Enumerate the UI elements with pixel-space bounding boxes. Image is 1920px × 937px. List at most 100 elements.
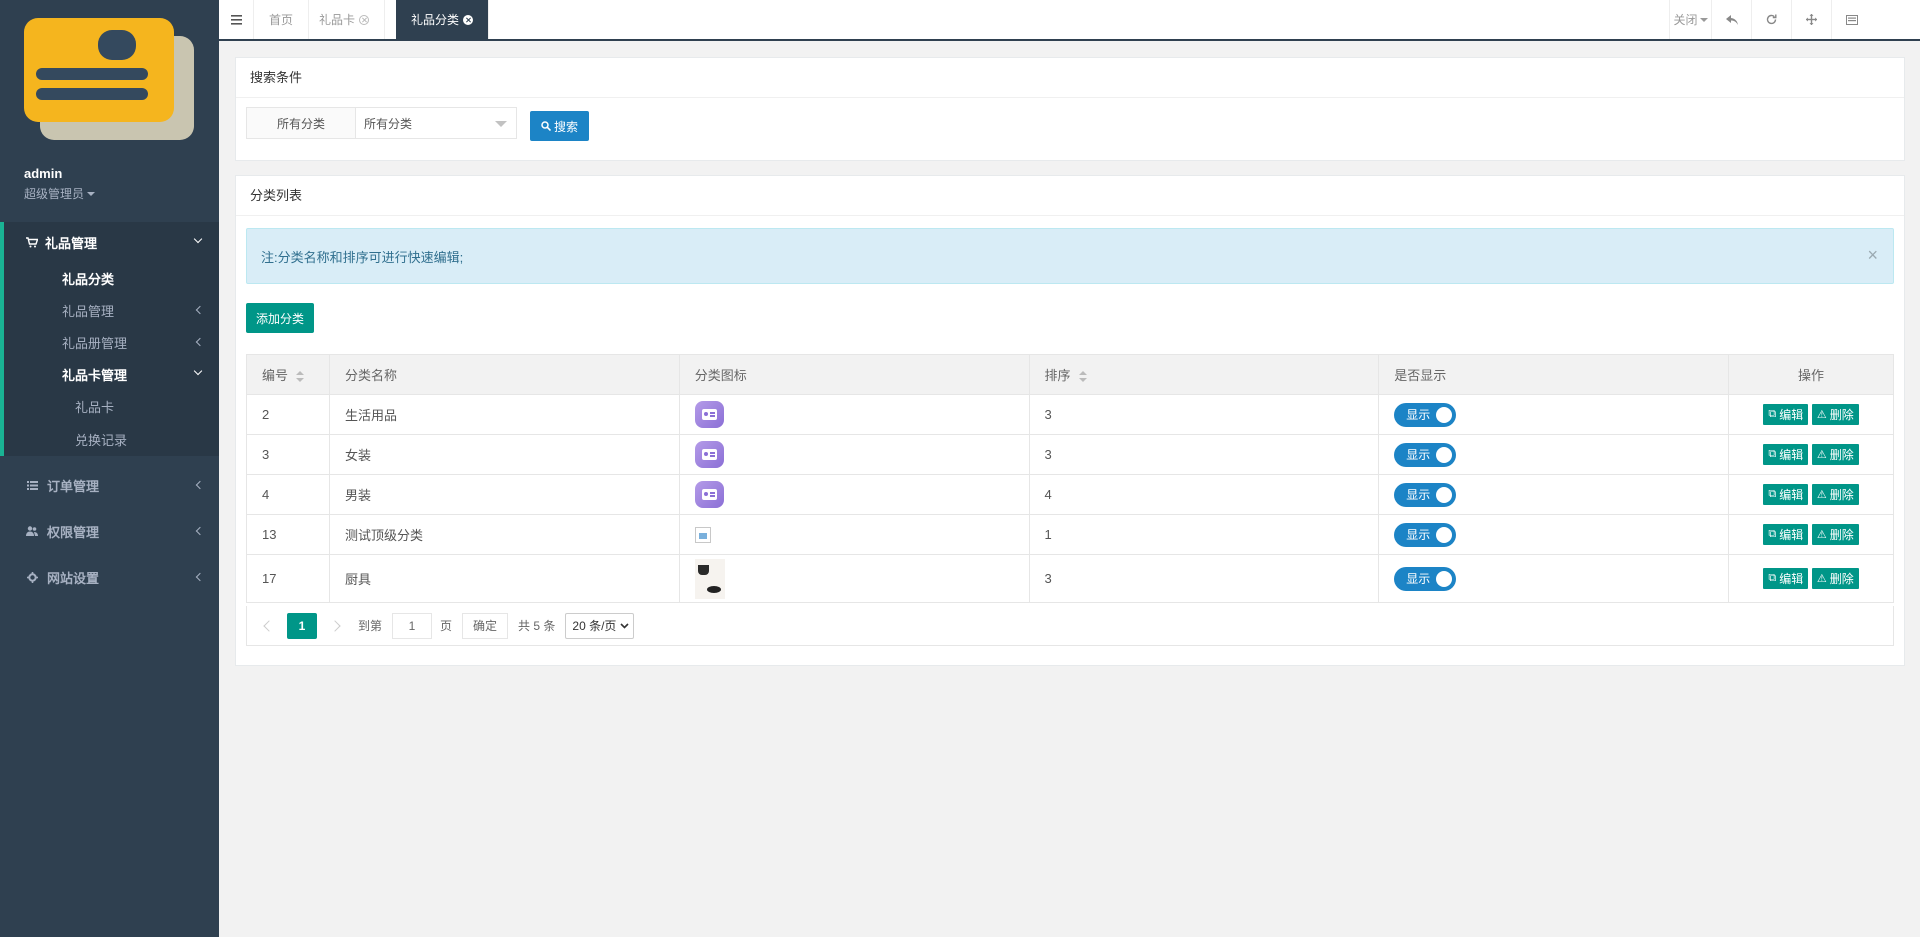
close-icon[interactable] bbox=[463, 14, 474, 25]
edit-label: 编辑 bbox=[1779, 528, 1804, 542]
toggle-label: 显示 bbox=[1406, 572, 1431, 586]
refresh-icon bbox=[1766, 14, 1777, 25]
tab-home[interactable]: 首页 bbox=[254, 0, 310, 39]
col-sort-label: 排序 bbox=[1044, 368, 1071, 383]
goto-confirm-button[interactable]: 确定 bbox=[462, 612, 509, 639]
search-button[interactable]: 搜索 bbox=[530, 111, 589, 141]
back-button[interactable] bbox=[1711, 0, 1751, 39]
category-card-icon bbox=[694, 481, 724, 508]
chevron-down-icon bbox=[193, 234, 203, 244]
cell-id: 3 bbox=[246, 434, 330, 475]
menu-gift-card-management[interactable]: 礼品卡管理 bbox=[4, 358, 219, 390]
cell-id: 4 bbox=[246, 474, 330, 515]
close-tabs-dropdown[interactable]: 关闭 bbox=[1669, 0, 1711, 39]
refresh-button[interactable] bbox=[1751, 0, 1791, 39]
show-toggle[interactable]: 显示 bbox=[1394, 566, 1457, 591]
cell-op: ⧉ 编辑 ⚠ 删除 bbox=[1728, 514, 1894, 555]
col-header-show: 是否显示 bbox=[1378, 354, 1730, 395]
toggle-label: 显示 bbox=[1406, 448, 1431, 462]
edit-button[interactable]: ⧉ 编辑 bbox=[1763, 484, 1809, 505]
cell-sort[interactable]: 4 bbox=[1028, 474, 1380, 515]
col-header-id[interactable]: 编号 bbox=[246, 354, 330, 395]
add-category-label: 添加分类 bbox=[255, 311, 304, 326]
edit-button[interactable]: ⧉ 编辑 bbox=[1763, 524, 1809, 545]
sort-icon[interactable] bbox=[1078, 370, 1087, 383]
menu-order-management[interactable]: 订单管理 bbox=[0, 462, 219, 508]
menu-gift-goods[interactable]: 礼品管理 bbox=[4, 294, 219, 326]
edit-button[interactable]: ⧉ 编辑 bbox=[1763, 568, 1809, 589]
chevron-left-icon bbox=[195, 305, 205, 315]
show-toggle[interactable]: 显示 bbox=[1394, 482, 1457, 507]
tab-gift-category[interactable]: 礼品分类 bbox=[396, 0, 490, 39]
fullscreen-button[interactable] bbox=[1791, 0, 1831, 39]
delete-button[interactable]: ⚠ 删除 bbox=[1811, 524, 1859, 545]
user-profile[interactable]: admin 超级管理员 bbox=[24, 166, 96, 202]
cell-icon bbox=[678, 394, 1030, 435]
delete-label: 删除 bbox=[1829, 488, 1854, 502]
menu-gift-category-label: 礼品分类 bbox=[62, 271, 115, 287]
show-toggle[interactable]: 显示 bbox=[1394, 522, 1457, 547]
cell-name[interactable]: 女装 bbox=[328, 434, 680, 475]
page-size-value: 20 条/页 bbox=[572, 619, 617, 633]
current-page[interactable]: 1 bbox=[287, 612, 317, 639]
menu-gift-book[interactable]: 礼品册管理 bbox=[4, 326, 219, 358]
warning-icon: ⚠ bbox=[1816, 409, 1827, 421]
move-icon bbox=[1806, 14, 1817, 25]
menu-gift-goods-label: 礼品管理 bbox=[62, 303, 115, 319]
menu-permission-label: 权限管理 bbox=[47, 524, 100, 540]
delete-button[interactable]: ⚠ 删除 bbox=[1811, 568, 1859, 589]
cell-sort[interactable]: 3 bbox=[1028, 394, 1380, 435]
menu-gift-category[interactable]: 礼品分类 bbox=[4, 262, 219, 294]
delete-button[interactable]: ⚠ 删除 bbox=[1811, 444, 1859, 465]
gear-icon bbox=[25, 571, 39, 583]
category-card-icon bbox=[694, 401, 724, 428]
sort-icon[interactable] bbox=[296, 370, 305, 383]
goto-prefix: 到第 bbox=[358, 619, 383, 633]
edit-label: 编辑 bbox=[1779, 572, 1804, 586]
show-toggle[interactable]: 显示 bbox=[1394, 442, 1457, 467]
cell-sort[interactable]: 3 bbox=[1028, 434, 1380, 475]
goto-page-input[interactable]: 1 bbox=[392, 612, 433, 639]
tab-gift-category-label: 礼品分类 bbox=[411, 13, 460, 27]
reply-icon bbox=[1725, 14, 1738, 25]
col-header-op: 操作 bbox=[1728, 354, 1894, 395]
col-header-sort[interactable]: 排序 bbox=[1028, 354, 1380, 395]
menu-permission-management[interactable]: 权限管理 bbox=[0, 508, 219, 554]
show-toggle[interactable]: 显示 bbox=[1394, 402, 1457, 427]
cell-id: 13 bbox=[246, 514, 330, 555]
cell-name[interactable]: 生活用品 bbox=[328, 394, 680, 435]
chevron-left-icon bbox=[195, 337, 205, 347]
menu-gift-book-label: 礼品册管理 bbox=[62, 335, 128, 351]
cell-name[interactable]: 厨具 bbox=[328, 554, 680, 603]
page-size-select[interactable]: 20 条/页 bbox=[565, 612, 635, 639]
delete-label: 删除 bbox=[1829, 572, 1854, 586]
cell-name[interactable]: 男装 bbox=[328, 474, 680, 515]
cell-icon bbox=[678, 474, 1030, 515]
prev-page-icon[interactable] bbox=[256, 615, 278, 637]
user-role-dropdown[interactable]: 超级管理员 bbox=[24, 185, 96, 202]
tab-gift-card[interactable]: 礼品卡 bbox=[304, 0, 386, 39]
menu-gift-management[interactable]: 礼品管理 bbox=[4, 222, 219, 262]
close-icon[interactable]: × bbox=[1867, 245, 1878, 265]
close-icon[interactable] bbox=[359, 14, 370, 25]
copy-icon: ⧉ bbox=[1768, 408, 1777, 420]
cell-sort[interactable]: 3 bbox=[1028, 554, 1380, 603]
edit-button[interactable]: ⧉ 编辑 bbox=[1763, 404, 1809, 425]
next-page-icon[interactable] bbox=[326, 615, 348, 637]
add-category-button[interactable]: 添加分类 bbox=[246, 303, 314, 333]
dropdown-arrow-icon bbox=[495, 121, 507, 127]
menu-redeem-records[interactable]: 兑换记录 bbox=[4, 422, 219, 456]
notice-text: 注:分类名称和排序可进行快速编辑; bbox=[261, 249, 464, 265]
tab-gift-card-label: 礼品卡 bbox=[319, 13, 356, 27]
delete-button[interactable]: ⚠ 删除 bbox=[1811, 484, 1859, 505]
theme-button[interactable] bbox=[1831, 0, 1871, 39]
table-row: 2 生活用品 3 显示 ⧉ 编辑 ⚠ 删除 bbox=[246, 394, 1894, 435]
menu-gift-card[interactable]: 礼品卡 bbox=[4, 390, 219, 422]
category-select[interactable]: 所有分类 bbox=[356, 107, 517, 139]
edit-button[interactable]: ⧉ 编辑 bbox=[1763, 444, 1809, 465]
menu-toggle-button[interactable] bbox=[219, 0, 254, 39]
cell-name[interactable]: 测试顶级分类 bbox=[328, 514, 680, 555]
menu-site-settings[interactable]: 网站设置 bbox=[0, 554, 219, 600]
delete-button[interactable]: ⚠ 删除 bbox=[1811, 404, 1859, 425]
cell-sort[interactable]: 1 bbox=[1028, 514, 1380, 555]
